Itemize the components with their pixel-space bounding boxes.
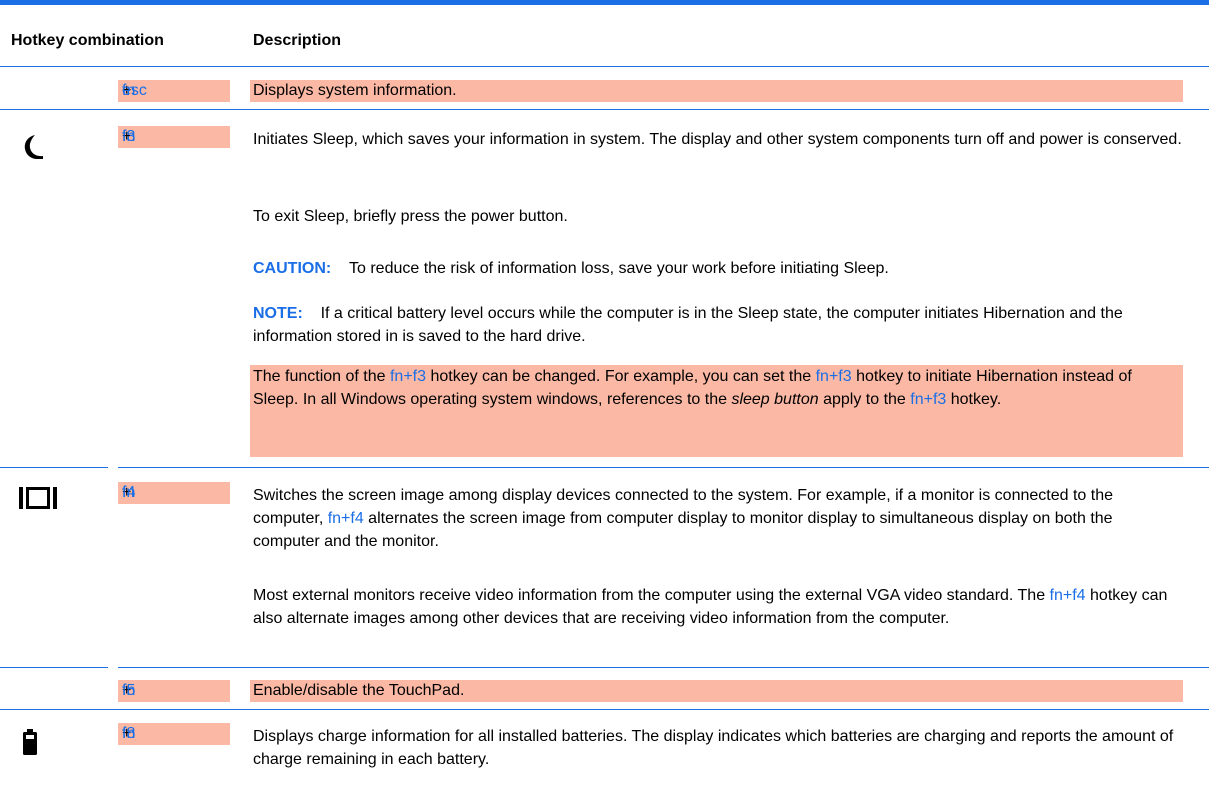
caution-label: CAUTION: [253,260,332,277]
header-divider [0,66,1209,67]
description-text: Enable/disable the TouchPad. [253,682,465,699]
emphasis: sleep button [731,391,819,408]
battery-icon [23,729,37,760]
row-divider [118,467,1209,468]
hotkey-ref: fn+f4 [327,510,364,527]
description-text: Switches the screen image among display … [253,484,1183,553]
hotkey-key: f3 [122,128,136,145]
hotkey-ref: fn+f3 [389,368,427,385]
display-switch-icon [19,486,59,515]
description-text: Displays charge information for all inst… [253,728,1174,768]
row-divider [0,467,108,468]
description-cell: Displays system information. [250,80,1183,102]
description-cell: Switches the screen image among display … [253,484,1183,553]
text-run: Most external monitors receive video inf… [253,587,1050,604]
hotkey-cell: fn + esc [118,80,230,102]
note-text: If a critical battery level occurs while… [253,305,1123,345]
description-cell: Most external monitors receive video inf… [253,584,1183,630]
hotkey-cell: fn + f5 [118,680,230,702]
hotkey-key: esc [122,82,147,99]
description-text: Most external monitors receive video inf… [253,584,1183,630]
row-divider [0,709,1209,710]
description-cell: Enable/disable the TouchPad. [250,680,1183,702]
description-cell: Displays charge information for all inst… [253,725,1183,771]
hotkey-cell: fn + f3 [118,126,230,148]
row-divider [118,667,1209,668]
top-accent-bar [0,0,1209,5]
note-block: NOTE: If a critical battery level occurs… [253,302,1183,348]
hotkey-key: f5 [122,682,136,699]
text-run: alternates the screen image from compute… [253,510,1113,550]
text-run: hotkey. [946,391,1002,408]
description-cell: Initiates Sleep, which saves your inform… [253,128,1183,151]
hotkey-ref: fn+f4 [1049,587,1086,604]
hotkey-cell: fn + f4 [118,482,230,504]
hotkey-key: f8 [122,725,136,742]
text-run: hotkey can be changed. For example, you … [426,368,816,385]
hotkey-cell: fn + f8 [118,723,230,745]
description-text: Displays system information. [253,82,457,99]
description-text: Initiates Sleep, which saves your inform… [253,131,1182,148]
row-divider [0,109,1209,110]
text-run: The function of the [253,368,390,385]
description-cell: To exit Sleep, briefly press the power b… [253,205,1183,228]
hotkey-ref: fn+f3 [910,391,947,408]
description-text: The function of the fn+f3 hotkey can be … [250,365,1183,411]
moon-icon [21,134,45,165]
caution-text: To reduce the risk of information loss, … [349,260,889,277]
caution-block: CAUTION: To reduce the risk of informati… [253,257,1183,280]
text-run: apply to the [818,391,911,408]
description-text: To exit Sleep, briefly press the power b… [253,208,568,225]
hotkey-ref: fn+f3 [815,368,852,385]
description-cell: The function of the fn+f3 hotkey can be … [250,365,1183,457]
hotkey-key: f4 [122,484,136,501]
header-hotkey-combination: Hotkey combination [11,32,164,49]
header-description: Description [253,32,342,49]
note-label: NOTE: [253,305,303,322]
row-divider [0,667,108,668]
